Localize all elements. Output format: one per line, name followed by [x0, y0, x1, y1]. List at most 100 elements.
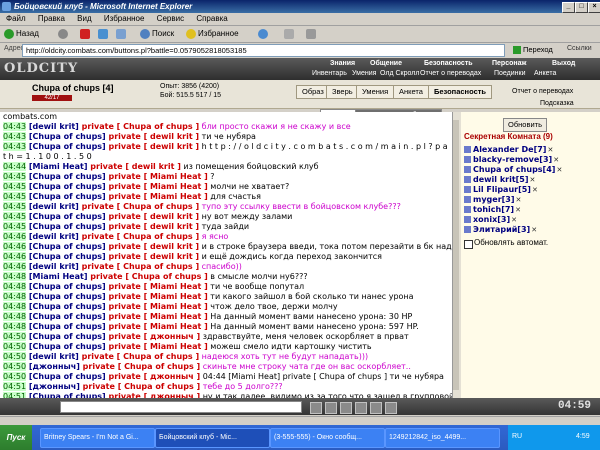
tab-pet[interactable]: Зверь: [326, 85, 359, 99]
room-user-name[interactable]: Chupa of chups[4]: [473, 165, 555, 174]
refresh-room-button[interactable]: Обновить: [503, 118, 547, 132]
chat-private-tag[interactable]: private [ Miami Heat ]: [109, 182, 208, 191]
chat-private-tag[interactable]: private [ джонныч ]: [109, 372, 201, 381]
tab-image[interactable]: Образ: [296, 85, 330, 99]
private-message-icon[interactable]: [464, 186, 471, 193]
media-button[interactable]: [258, 28, 270, 40]
smile-icon[interactable]: [310, 402, 322, 414]
menu-exit[interactable]: Выход: [552, 59, 575, 68]
chat-author[interactable]: [Chupa of chups]: [26, 182, 108, 191]
chat-time[interactable]: 04:48: [3, 322, 27, 331]
submenu-profile[interactable]: Анкета: [534, 69, 556, 78]
home-button[interactable]: [116, 28, 128, 40]
favorites-button[interactable]: Избранное: [186, 28, 239, 40]
chat-time[interactable]: 04:43: [3, 132, 27, 141]
chat-time[interactable]: 04:43: [3, 142, 27, 151]
close-button[interactable]: ×: [588, 2, 600, 13]
chat-time[interactable]: 04:48: [3, 312, 27, 321]
room-user-name[interactable]: Alexander De[7]: [473, 145, 546, 154]
chat-author[interactable]: [Chupa of chups]: [26, 252, 108, 261]
menu-tools[interactable]: Сервис: [157, 14, 184, 23]
clear-icon[interactable]: [325, 402, 337, 414]
task-winamp[interactable]: Britney Spears - I'm Not a Gi...: [40, 428, 155, 448]
submenu-transfer-report[interactable]: Отчет о переводах: [420, 69, 481, 78]
print-button[interactable]: [306, 28, 318, 40]
sound-icon[interactable]: [370, 402, 382, 414]
chat-author[interactable]: [Chupa of chups]: [26, 322, 108, 331]
chat-time[interactable]: 04:48: [3, 282, 27, 291]
chat-time[interactable]: 04:43: [3, 122, 27, 131]
translit-icon[interactable]: [355, 402, 367, 414]
room-user-name[interactable]: xonix[3]: [473, 215, 510, 224]
submenu-inventory[interactable]: Инвентарь: [312, 69, 347, 78]
links-label[interactable]: Ссылки: [567, 45, 592, 52]
chat-time[interactable]: 04:45: [3, 192, 27, 201]
chat-private-tag[interactable]: private [ Miami Heat ]: [109, 302, 208, 311]
chat-private-tag[interactable]: private [ Miami Heat ]: [109, 342, 208, 351]
chat-private-tag[interactable]: private [ Chupa of chups ]: [90, 272, 208, 281]
chat-private-tag[interactable]: private [ джонныч ]: [109, 332, 201, 341]
tab-security[interactable]: Безопасность: [428, 85, 493, 99]
menu-knowledge[interactable]: Знания: [330, 59, 355, 68]
minimize-button[interactable]: _: [562, 2, 575, 13]
chat-author[interactable]: [Chupa of chups]: [26, 302, 108, 311]
chat-private-tag[interactable]: private [ Miami Heat ]: [109, 292, 208, 301]
start-button[interactable]: Пуск: [0, 425, 32, 450]
private-message-icon[interactable]: [464, 196, 471, 203]
chat-private-tag[interactable]: private [ Miami Heat ]: [109, 322, 208, 331]
chat-input[interactable]: [60, 401, 302, 413]
menu-favorites[interactable]: Избранное: [104, 14, 145, 23]
room-user-name[interactable]: Lil Flipaur[5]: [473, 185, 531, 194]
chat-time[interactable]: 04:50: [3, 332, 27, 341]
private-message-icon[interactable]: [464, 176, 471, 183]
room-user-name[interactable]: blacky-remove[3]: [473, 155, 552, 164]
task-combats[interactable]: Бойцовский клуб - Mic...: [155, 428, 270, 448]
chat-time[interactable]: 04:48: [3, 302, 27, 311]
search-button[interactable]: Поиск: [140, 28, 174, 40]
chat-author[interactable]: [Chupa of chups]: [26, 132, 108, 141]
chat-private-tag[interactable]: private [ Chupa of chups ]: [83, 362, 201, 371]
room-user[interactable]: Элитарий[3]✕: [464, 224, 598, 236]
menu-file[interactable]: Файл: [6, 14, 26, 23]
chat-author[interactable]: [Chupa of chups]: [26, 172, 108, 181]
private-message-icon[interactable]: [464, 216, 471, 223]
chat-private-tag[interactable]: private [ dewil krit ]: [109, 132, 200, 141]
chat-author[interactable]: [Chupa of chups]: [26, 192, 108, 201]
chat-author[interactable]: [Miami Heat]: [26, 162, 90, 171]
chat-private-tag[interactable]: private [ Chupa of chups ]: [82, 352, 200, 361]
chat-private-tag[interactable]: private [ Miami Heat ]: [109, 192, 208, 201]
auto-update-checkbox[interactable]: [464, 240, 473, 249]
submenu-battles[interactable]: Поединки: [494, 69, 526, 78]
chat-private-tag[interactable]: private [ dewil krit ]: [109, 252, 200, 261]
mail-button[interactable]: [284, 28, 296, 40]
room-user-name[interactable]: dewil krit[5]: [473, 175, 529, 184]
chat-time[interactable]: 04:44: [3, 162, 27, 171]
room-user-name[interactable]: tohich[7]: [473, 205, 514, 214]
chat-time[interactable]: 04:48: [3, 292, 27, 301]
chat-time[interactable]: 04:50: [3, 352, 27, 361]
chat-author[interactable]: [dewil krit]: [26, 202, 82, 211]
chat-author[interactable]: [Miami Heat]: [26, 272, 90, 281]
chat-author[interactable]: [Chupa of chups]: [26, 282, 108, 291]
chat-author[interactable]: [Chupa of chups]: [26, 312, 108, 321]
chat-private-tag[interactable]: private [ dewil krit ]: [109, 222, 200, 231]
menu-view[interactable]: Вид: [77, 14, 91, 23]
chat-private-tag[interactable]: private [ Chupa of chups ]: [82, 262, 200, 271]
chat-author[interactable]: [dewil krit]: [26, 262, 82, 271]
room-user-name[interactable]: myger[3]: [473, 195, 515, 204]
chat-time[interactable]: 04:51: [3, 382, 27, 391]
settings-icon[interactable]: [385, 402, 397, 414]
tab-skills[interactable]: Умения: [356, 85, 395, 99]
private-message-icon[interactable]: [464, 226, 471, 233]
chat-time[interactable]: 04:48: [3, 272, 27, 281]
chat-author[interactable]: [Chupa of chups]: [26, 142, 108, 151]
chat-time[interactable]: 04:45: [3, 172, 27, 181]
private-message-icon[interactable]: [464, 146, 471, 153]
private-message-icon[interactable]: [464, 206, 471, 213]
chat-author[interactable]: [dewil krit]: [26, 352, 82, 361]
menu-character[interactable]: Персонаж: [492, 59, 526, 68]
chat-time[interactable]: 04:45: [3, 212, 27, 221]
menu-security[interactable]: Безопасность: [424, 59, 473, 68]
menu-edit[interactable]: Правка: [38, 14, 65, 23]
chat-author[interactable]: [джонныч]: [26, 362, 83, 371]
